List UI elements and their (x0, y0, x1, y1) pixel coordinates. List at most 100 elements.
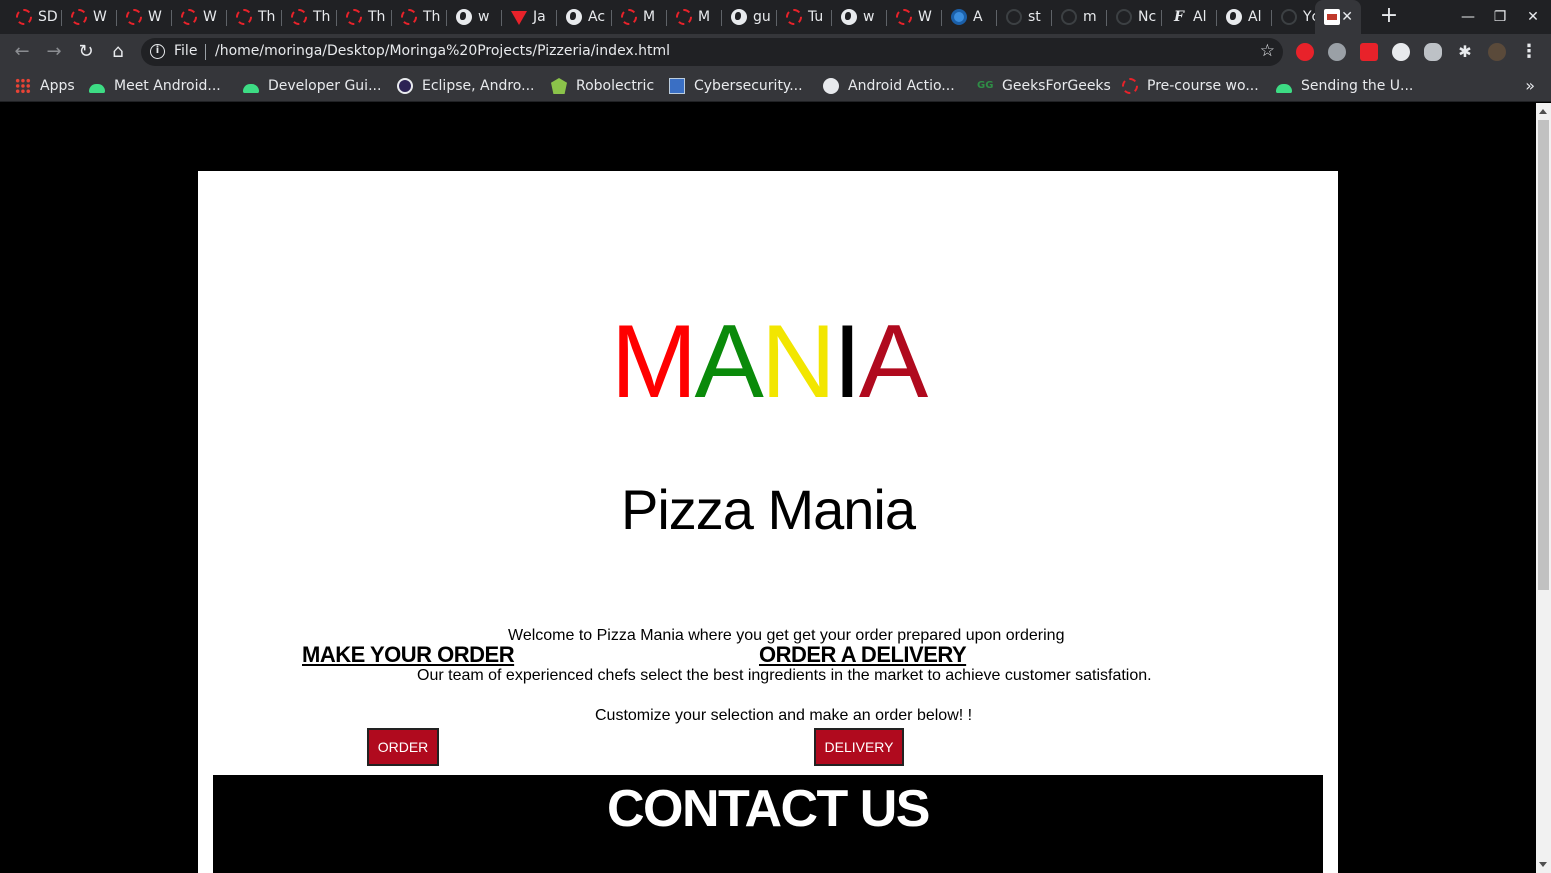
team-text: Our team of experienced chefs select the… (417, 667, 1152, 684)
extension-downloader-icon[interactable] (1360, 43, 1378, 61)
tab[interactable]: F Al (1162, 4, 1217, 30)
tab-separator (721, 10, 722, 26)
tab-separator (996, 10, 997, 26)
restore-button[interactable]: ❐ (1489, 6, 1511, 28)
globe-icon (1226, 9, 1242, 25)
scroll-down-arrow-icon[interactable] (1539, 862, 1547, 867)
close-window-button[interactable]: ✕ (1522, 6, 1544, 28)
android-icon (1276, 83, 1292, 93)
tab[interactable]: w (832, 4, 887, 30)
bookmark-item[interactable]: Eclipse, Andro... (397, 76, 534, 96)
dashed-circle-icon (786, 9, 802, 25)
bookmark-label: Android Actio... (848, 78, 955, 94)
tab-separator (281, 10, 282, 26)
tab[interactable]: M (612, 4, 667, 30)
tab[interactable]: W (117, 4, 172, 30)
bookmark-item[interactable]: Sending the U... (1276, 76, 1413, 96)
tab-label: w (478, 9, 490, 25)
bookmark-item[interactable]: Pre-course wo... (1122, 76, 1259, 96)
tab[interactable]: W (62, 4, 117, 30)
tab[interactable]: SD (7, 4, 62, 30)
reload-button[interactable]: ↻ (74, 40, 98, 64)
tab[interactable]: W (172, 4, 227, 30)
tab[interactable]: m (1052, 4, 1107, 30)
tab[interactable]: Al (1217, 4, 1272, 30)
scheme-label: File (174, 43, 198, 59)
bookmark-item[interactable]: Cybersecurity... (669, 76, 803, 96)
bookmark-label: Sending the U... (1301, 78, 1414, 94)
tab[interactable]: Th (227, 4, 282, 30)
extension-eye-icon[interactable] (1424, 43, 1442, 61)
bookmark-item[interactable]: Developer Gui... (243, 76, 381, 96)
globe-icon (566, 9, 582, 25)
bookmark-label: Apps (40, 78, 75, 94)
globe-icon (456, 9, 472, 25)
tab[interactable]: Th (282, 4, 337, 30)
tab[interactable]: gu (722, 4, 777, 30)
tab[interactable]: A (942, 4, 997, 30)
bookmarks-overflow-icon[interactable]: » (1525, 76, 1535, 95)
tab[interactable]: Nc (1107, 4, 1162, 30)
tab-active-pizzeria[interactable]: ✕ (1315, 0, 1361, 34)
back-button[interactable]: ← (10, 40, 34, 64)
tab-label: Th (368, 9, 386, 25)
tab-label: Al (1248, 9, 1262, 25)
tab-separator (1271, 10, 1272, 26)
scroll-up-arrow-icon[interactable] (1539, 109, 1547, 114)
info-icon[interactable]: i (150, 44, 165, 59)
tab-separator (336, 10, 337, 26)
tab-separator (446, 10, 447, 26)
scroll-thumb[interactable] (1538, 120, 1549, 590)
bookmark-item[interactable]: Meet Android... (89, 76, 221, 96)
extensions-puzzle-icon[interactable]: ✱ (1456, 43, 1474, 61)
bookmark-item[interactable]: Apps (15, 76, 75, 96)
tab-label: m (1083, 9, 1097, 25)
cybersecurity-icon (669, 78, 685, 94)
new-tab-button[interactable]: + (1378, 4, 1400, 28)
tab-separator (941, 10, 942, 26)
tab[interactable]: Th (392, 4, 447, 30)
logo-letter: A (694, 304, 763, 420)
tab[interactable]: w (447, 4, 502, 30)
extension-red-icon[interactable] (1296, 43, 1314, 61)
bookmark-item[interactable]: Android Actio... (823, 76, 955, 96)
tab-label: Ac (588, 9, 606, 25)
mania-logo: MANIA (198, 307, 1338, 417)
tab[interactable]: Th (337, 4, 392, 30)
profile-avatar[interactable] (1488, 43, 1506, 61)
forward-button[interactable]: → (42, 40, 66, 64)
tab-label: Tu (808, 9, 824, 25)
tab[interactable]: Tu (777, 4, 832, 30)
tab-separator (226, 10, 227, 26)
dashed-circle-icon (346, 9, 362, 25)
delivery-button[interactable]: DELIVERY (814, 728, 904, 766)
page-scrollbar[interactable] (1536, 103, 1551, 873)
bookmark-label: Cybersecurity... (694, 78, 803, 94)
logo-letter: A (858, 304, 928, 420)
tab[interactable]: Ac (557, 4, 612, 30)
browser-toolbar: ← → ↻ ⌂ i File /home/moringa/Desktop/Mor… (0, 34, 1551, 70)
tab-label: w (863, 9, 875, 25)
github-icon (1116, 9, 1132, 25)
bookmark-item[interactable]: Robolectric (551, 76, 654, 96)
minimize-button[interactable]: — (1457, 6, 1479, 28)
extension-download-icon[interactable] (1328, 43, 1346, 61)
menu-kebab-icon[interactable]: ⋮ (1520, 43, 1538, 61)
extension-circle-icon[interactable] (1392, 43, 1410, 61)
tab[interactable]: Ja (502, 4, 557, 30)
tab-separator (556, 10, 557, 26)
bookmark-star-icon[interactable]: ☆ (1260, 41, 1275, 61)
bookmark-item[interactable]: GG GeeksForGeeks (977, 76, 1111, 96)
v-triangle-icon (511, 11, 527, 25)
home-button[interactable]: ⌂ (106, 40, 130, 64)
address-bar[interactable]: i File /home/moringa/Desktop/Moringa%20P… (141, 38, 1283, 66)
tab[interactable]: M (667, 4, 722, 30)
tab[interactable]: st (997, 4, 1052, 30)
dashed-circle-icon (621, 9, 637, 25)
url-text[interactable]: /home/moringa/Desktop/Moringa%20Projects… (215, 43, 670, 59)
close-tab-icon[interactable]: ✕ (1341, 9, 1353, 25)
gfg-icon: GG (977, 80, 994, 91)
tab-label: M (698, 9, 711, 25)
tab[interactable]: W (887, 4, 942, 30)
order-button[interactable]: ORDER (367, 728, 439, 766)
